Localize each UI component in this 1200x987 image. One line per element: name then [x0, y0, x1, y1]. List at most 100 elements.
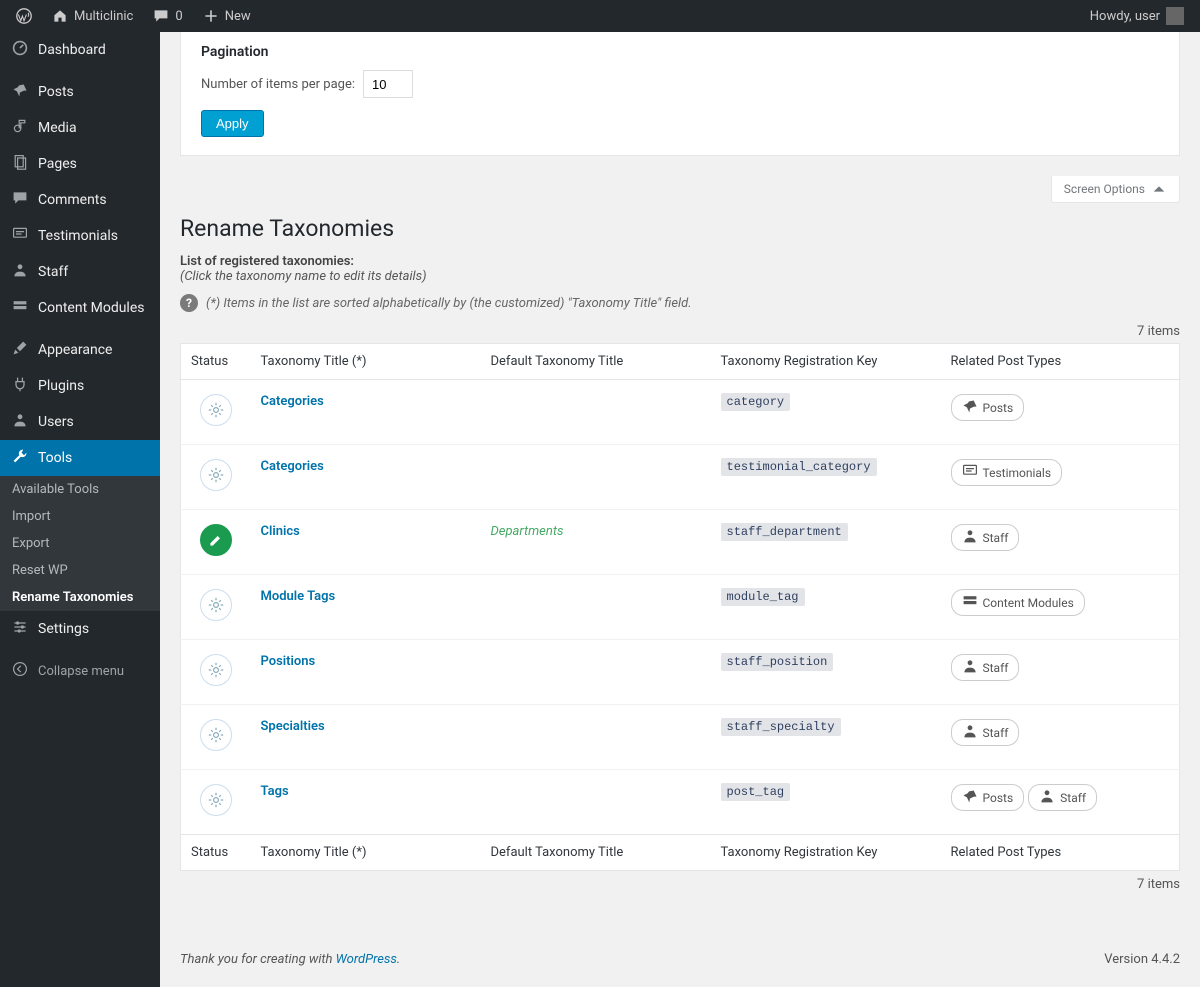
taxonomy-title-link[interactable]: Positions	[261, 654, 316, 669]
person-icon	[962, 723, 978, 742]
sidebar-item-label: Testimonials	[38, 228, 118, 244]
sidebar-item-tools[interactable]: Tools	[0, 440, 160, 476]
list-label: List of registered taxonomies:	[180, 254, 354, 269]
sidebar-item-dashboard[interactable]: Dashboard	[0, 32, 160, 68]
comments-link[interactable]: 0	[145, 0, 190, 32]
col-related[interactable]: Related Post Types	[941, 344, 1180, 380]
post-type-pill[interactable]: Posts	[951, 784, 1025, 811]
testimonial-icon	[10, 226, 30, 246]
wrench-icon	[10, 448, 30, 468]
table-row: Specialtiesstaff_specialtyStaff	[181, 705, 1180, 770]
collapse-menu[interactable]: Collapse menu	[0, 653, 160, 689]
post-type-pill[interactable]: Staff	[1028, 784, 1097, 811]
items-count-top: 7 items	[160, 324, 1180, 339]
submenu-item-rename-taxonomies[interactable]: Rename Taxonomies	[0, 584, 160, 611]
new-content-link[interactable]: New	[195, 0, 259, 32]
pin-icon	[962, 398, 978, 417]
sort-note: (*) Items in the list are sorted alphabe…	[206, 296, 692, 311]
wp-logo[interactable]	[8, 0, 40, 32]
home-icon	[52, 8, 68, 24]
media-icon	[10, 118, 30, 138]
info-icon: ?	[180, 294, 198, 312]
submenu-item-reset-wp[interactable]: Reset WP	[0, 557, 160, 584]
sidebar-item-posts[interactable]: Posts	[0, 74, 160, 110]
person-icon	[10, 262, 30, 282]
submenu-item-import[interactable]: Import	[0, 503, 160, 530]
registration-key: staff_department	[721, 523, 848, 541]
account-link[interactable]: Howdy, user	[1082, 0, 1192, 32]
table-row: Clinics Departments staff_department Staff	[181, 510, 1180, 575]
avatar	[1166, 7, 1184, 25]
default-title: Departments	[491, 524, 564, 539]
col-title[interactable]: Taxonomy Title (*)	[251, 344, 481, 380]
taxonomy-title-link[interactable]: Categories	[261, 394, 324, 409]
status-edited-icon	[200, 524, 232, 556]
taxonomy-title-link[interactable]: Categories	[261, 459, 324, 474]
col-status[interactable]: Status	[181, 344, 251, 380]
taxonomy-title-link[interactable]: Module Tags	[261, 589, 336, 604]
sidebar-item-plugins[interactable]: Plugins	[0, 368, 160, 404]
sidebar-item-label: Comments	[38, 192, 107, 208]
sidebar-item-label: Pages	[38, 156, 77, 172]
sidebar-item-comments[interactable]: Comments	[0, 182, 160, 218]
sidebar-item-users[interactable]: Users	[0, 404, 160, 440]
status-default-icon	[200, 589, 232, 621]
modules-icon	[962, 593, 978, 612]
sidebar-item-appearance[interactable]: Appearance	[0, 332, 160, 368]
registration-key: category	[721, 393, 791, 411]
pin-icon	[10, 82, 30, 102]
footer-wp-link[interactable]: WordPress	[336, 952, 397, 967]
taxonomy-title-link[interactable]: Specialties	[261, 719, 325, 734]
post-type-pill[interactable]: Staff	[951, 719, 1020, 746]
post-type-pill[interactable]: Testimonials	[951, 459, 1063, 486]
status-default-icon	[200, 784, 232, 816]
sidebar-item-label: Appearance	[38, 342, 112, 358]
table-row: Categoriestestimonial_categoryTestimonia…	[181, 445, 1180, 510]
submenu-item-export[interactable]: Export	[0, 530, 160, 557]
col-key[interactable]: Taxonomy Registration Key	[711, 344, 941, 380]
table-row: Module Tagsmodule_tagContent Modules	[181, 575, 1180, 640]
post-type-pill[interactable]: Staff	[951, 524, 1020, 551]
wordpress-icon	[16, 8, 32, 24]
caret-up-icon	[1151, 181, 1167, 197]
sidebar-item-testimonials[interactable]: Testimonials	[0, 218, 160, 254]
sidebar-item-label: Staff	[38, 264, 68, 280]
col-title-f: Taxonomy Title (*)	[251, 835, 481, 871]
person-icon	[10, 412, 30, 432]
sidebar-item-label: Media	[38, 120, 77, 136]
submenu-item-available-tools[interactable]: Available Tools	[0, 476, 160, 503]
sidebar-item-label: Dashboard	[38, 42, 106, 58]
plug-icon	[10, 376, 30, 396]
person-icon	[962, 658, 978, 677]
person-icon	[962, 528, 978, 547]
admin-sidebar: Dashboard Posts Media Pages Comments Testimon…	[0, 32, 160, 987]
footer-version: Version 4.4.2	[1104, 952, 1180, 967]
pin-icon	[962, 788, 978, 807]
sidebar-item-pages[interactable]: Pages	[0, 146, 160, 182]
table-row: Positionsstaff_positionStaff	[181, 640, 1180, 705]
col-default[interactable]: Default Taxonomy Title	[481, 344, 711, 380]
items-per-page-input[interactable]	[363, 70, 413, 98]
screen-options-toggle[interactable]: Screen Options	[1051, 176, 1180, 203]
comment-count: 0	[175, 9, 182, 24]
sidebar-item-content-modules[interactable]: Content Modules	[0, 290, 160, 326]
sidebar-item-settings[interactable]: Settings	[0, 611, 160, 647]
person-icon	[1039, 788, 1055, 807]
status-default-icon	[200, 394, 232, 426]
screen-options-panel: Pagination Number of items per page: App…	[180, 32, 1180, 156]
post-type-pill[interactable]: Staff	[951, 654, 1020, 681]
post-type-pill[interactable]: Posts	[951, 394, 1025, 421]
taxonomy-table: Status Taxonomy Title (*) Default Taxono…	[180, 343, 1180, 871]
howdy-text: Howdy, user	[1090, 9, 1160, 24]
pagination-heading: Pagination	[201, 44, 1159, 60]
sidebar-item-media[interactable]: Media	[0, 110, 160, 146]
taxonomy-title-link[interactable]: Tags	[261, 784, 289, 799]
list-hint: (Click the taxonomy name to edit its det…	[180, 269, 427, 284]
apply-button[interactable]: Apply	[201, 110, 264, 137]
site-link[interactable]: Multiclinic	[44, 0, 141, 32]
sidebar-item-label: Content Modules	[38, 300, 145, 316]
sidebar-item-staff[interactable]: Staff	[0, 254, 160, 290]
taxonomy-title-link[interactable]: Clinics	[261, 524, 300, 539]
status-default-icon	[200, 719, 232, 751]
post-type-pill[interactable]: Content Modules	[951, 589, 1085, 616]
